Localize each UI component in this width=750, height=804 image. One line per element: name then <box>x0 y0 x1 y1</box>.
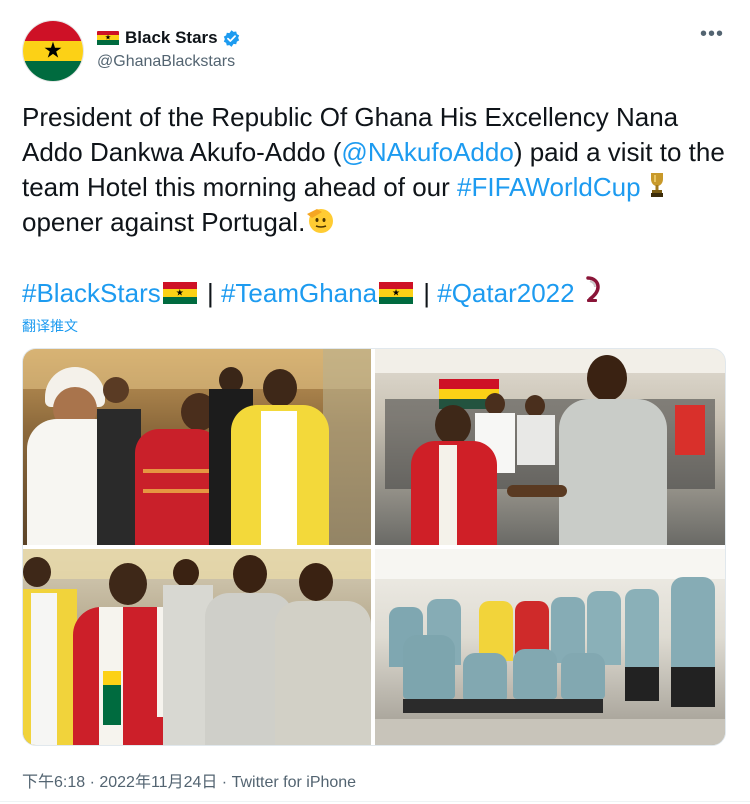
saluting-face-icon <box>307 209 334 233</box>
hashtag-fifaworldcup[interactable]: #FIFAWorldCup <box>457 172 641 202</box>
trophy-icon <box>650 173 663 197</box>
qatar-2022-logo-icon <box>586 276 600 302</box>
avatar-green-band <box>23 60 83 81</box>
hashtag-blackstars[interactable]: #BlackStars <box>22 278 161 308</box>
ghana-flag-icon: ★ <box>97 30 119 46</box>
hashtag-teamghana[interactable]: #TeamGhana <box>221 278 377 308</box>
more-options-icon[interactable]: ••• <box>700 24 724 44</box>
author-handle[interactable]: @GhanaBlackstars <box>97 53 235 71</box>
ghana-flag-icon: ★ <box>162 282 197 304</box>
hashtag-qatar2022[interactable]: #Qatar2022 <box>437 278 574 308</box>
ghana-flag-icon: ★ <box>379 282 414 304</box>
tweet-timestamp[interactable]: 下午6:18 · 2022年11月24日 · Twitter for iPhon… <box>22 768 356 792</box>
tweet-text: President of the Republic Of Ghana His E… <box>22 100 732 240</box>
author-name-row[interactable]: ★ Black Stars <box>97 27 241 49</box>
media-grid <box>22 348 726 746</box>
tweet-text-part3: opener against Portugal. <box>22 207 306 237</box>
tweet-card: ★ ★ Black Stars @GhanaBlackstars ••• Pre… <box>0 0 750 804</box>
photo-team-group[interactable] <box>375 549 725 745</box>
star-icon: ★ <box>43 37 63 63</box>
translate-tweet-link[interactable]: 翻译推文 <box>22 316 78 336</box>
separator: | <box>199 278 221 308</box>
separator: | <box>416 278 438 308</box>
photo-president-with-players[interactable] <box>23 549 371 745</box>
mention-link[interactable]: @NAkufoAddo <box>341 137 513 167</box>
display-name[interactable]: Black Stars <box>125 28 218 48</box>
photo-president-shaking-hands-with-player[interactable] <box>375 349 725 545</box>
verified-badge-icon <box>223 29 239 47</box>
divider <box>0 801 750 802</box>
avatar[interactable]: ★ <box>22 20 84 82</box>
hashtag-line: #BlackStars ★ | #TeamGhana ★ | #Qatar2022 <box>22 275 604 311</box>
photo-president-with-officials[interactable] <box>23 349 371 545</box>
